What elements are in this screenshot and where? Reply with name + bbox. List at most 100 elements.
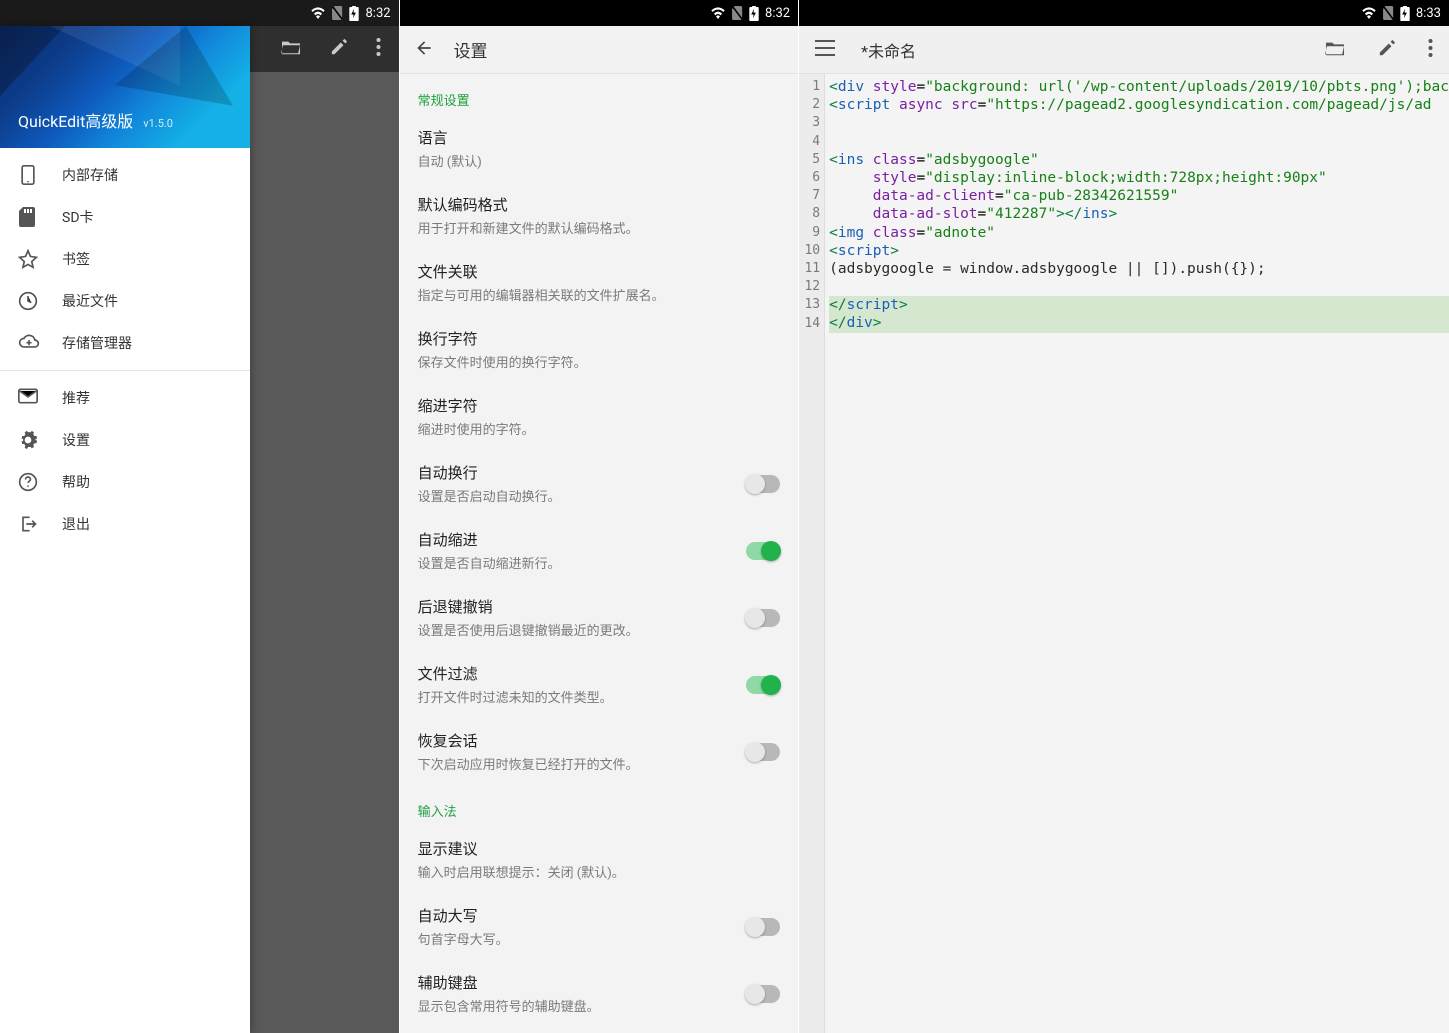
setting-item[interactable]: 显示建议输入时启用联想提示：关闭 (默认)。 [400,826,799,893]
status-bar: 8:32 [400,0,799,26]
setting-title: 自动大写 [418,905,735,926]
setting-item[interactable]: 自动换行设置是否启动自动换行。 [400,450,799,517]
logout-icon [18,514,38,534]
setting-subtitle: 打开文件时过滤未知的文件类型。 [418,687,735,706]
star-icon [18,249,38,269]
line-number: 8 [799,205,820,223]
setting-item[interactable]: 自动缩进设置是否自动缩进新行。 [400,517,799,584]
line-number: 10 [799,242,820,260]
setting-item[interactable]: 辅助键盘显示包含常用符号的辅助键盘。 [400,960,799,1027]
code-line[interactable]: style="display:inline-block;width:728px;… [829,169,1449,187]
settings-section-header: 显示设置 [400,1027,799,1033]
setting-subtitle: 设置是否自动缩进新行。 [418,553,735,572]
setting-switch[interactable] [746,918,780,936]
drawer-screen: 8:32 QuickEdit高级版 v1.5.0 内部存储 SD卡书签最近文件存储… [0,0,399,1033]
drawer-item-label: 书签 [62,249,90,269]
setting-switch[interactable] [746,542,780,560]
line-number-gutter: 1234567891011121314 [799,74,825,1033]
setting-item[interactable]: 缩进字符缩进时使用的字符。 [400,383,799,450]
setting-item[interactable]: 自动大写句首字母大写。 [400,893,799,960]
code-line[interactable] [829,114,1449,132]
setting-switch[interactable] [746,743,780,761]
setting-item[interactable]: 语言自动 (默认) [400,115,799,182]
edit-icon[interactable] [330,38,348,60]
drawer-item[interactable]: SD卡 [0,196,250,238]
setting-subtitle: 用于打开和新建文件的默认编码格式。 [418,218,781,237]
line-number: 3 [799,114,820,132]
app-version: v1.5.0 [143,117,173,130]
setting-title: 缩进字符 [418,395,781,416]
drawer-item[interactable]: 书签 [0,238,250,280]
setting-subtitle: 显示包含常用符号的辅助键盘。 [418,996,735,1015]
code-line[interactable]: data-ad-client="ca-pub-28342621559" [829,187,1449,205]
line-number: 9 [799,224,820,242]
setting-title: 自动缩进 [418,529,735,550]
setting-subtitle: 输入时启用联想提示：关闭 (默认)。 [418,862,781,881]
setting-switch[interactable] [746,609,780,627]
code-line[interactable]: (adsbygoogle = window.adsbygoogle || [])… [829,260,1449,278]
drawer-item[interactable]: 内部存储 [0,154,250,196]
line-number: 2 [799,96,820,114]
help-icon [18,472,38,492]
drawer-item-label: 内部存储 [62,165,118,185]
code-line[interactable]: </script> [829,296,1449,314]
navigation-drawer: QuickEdit高级版 v1.5.0 内部存储 SD卡书签最近文件存储管理器推荐… [0,26,250,1033]
drawer-item[interactable]: 最近文件 [0,280,250,322]
overflow-menu-icon[interactable] [1422,33,1439,67]
line-number: 12 [799,278,820,296]
setting-title: 默认编码格式 [418,194,781,215]
code-line[interactable]: <script async src="https://pagead2.googl… [829,96,1449,114]
drawer-item-label: SD卡 [62,207,94,227]
no-sim-icon [332,6,343,20]
drawer-item[interactable]: 设置 [0,419,250,461]
setting-title: 文件关联 [418,261,781,282]
setting-subtitle: 指定与可用的编辑器相关联的文件扩展名。 [418,285,781,304]
code-line[interactable] [829,278,1449,296]
setting-subtitle: 缩进时使用的字符。 [418,419,781,438]
code-editor[interactable]: 1234567891011121314 <div style="backgrou… [799,74,1449,1033]
code-area[interactable]: <div style="background: url('/wp-content… [825,74,1449,1033]
setting-title: 恢复会话 [418,730,735,751]
drawer-item[interactable]: 退出 [0,503,250,545]
code-line[interactable] [829,133,1449,151]
settings-screen: 8:32 设置 常规设置语言自动 (默认)默认编码格式用于打开和新建文件的默认编… [400,0,799,1033]
hamburger-menu-icon[interactable] [809,34,841,66]
overflow-menu-icon[interactable] [376,38,381,60]
settings-appbar: 设置 [400,26,799,74]
setting-item[interactable]: 换行字符保存文件时使用的换行字符。 [400,316,799,383]
editor-screen: 8:33 *未命名 1234567891011121314 <div style… [799,0,1449,1033]
settings-list[interactable]: 常规设置语言自动 (默认)默认编码格式用于打开和新建文件的默认编码格式。文件关联… [400,74,799,1033]
setting-switch[interactable] [746,676,780,694]
setting-item[interactable]: 后退键撤销设置是否使用后退键撤销最近的更改。 [400,584,799,651]
cloud-icon [18,333,38,353]
setting-item[interactable]: 恢复会话下次启动应用时恢复已经打开的文件。 [400,718,799,785]
setting-item[interactable]: 默认编码格式用于打开和新建文件的默认编码格式。 [400,182,799,249]
code-line[interactable]: <img class="adnote" [829,224,1449,242]
code-line[interactable]: data-ad-slot="412287"></ins> [829,205,1449,223]
setting-item[interactable]: 文件过滤打开文件时过滤未知的文件类型。 [400,651,799,718]
code-line[interactable]: <ins class="adsbygoogle" [829,151,1449,169]
code-line[interactable]: </div> [829,314,1449,332]
wifi-icon [710,7,726,19]
drawer-item[interactable]: 存储管理器 [0,322,250,364]
setting-item[interactable]: 文件关联指定与可用的编辑器相关联的文件扩展名。 [400,249,799,316]
setting-title: 辅助键盘 [418,972,735,993]
folder-open-icon[interactable] [280,38,302,60]
drawer-item[interactable]: 帮助 [0,461,250,503]
code-line[interactable]: <script> [829,242,1449,260]
line-number: 4 [799,133,820,151]
setting-switch[interactable] [746,475,780,493]
drawer-item-label: 设置 [62,430,90,450]
status-time: 8:32 [765,6,790,21]
back-arrow-icon[interactable] [414,38,434,62]
folder-open-icon[interactable] [1318,33,1352,67]
app-title: QuickEdit高级版 [18,112,133,131]
code-line[interactable]: <div style="background: url('/wp-content… [829,78,1449,96]
setting-subtitle: 下次启动应用时恢复已经打开的文件。 [418,754,735,773]
edit-icon[interactable] [1372,33,1402,67]
status-time: 8:32 [365,6,390,21]
setting-subtitle: 句首字母大写。 [418,929,735,948]
drawer-item[interactable]: 推荐 [0,377,250,419]
mail-icon [18,388,38,408]
setting-switch[interactable] [746,985,780,1003]
